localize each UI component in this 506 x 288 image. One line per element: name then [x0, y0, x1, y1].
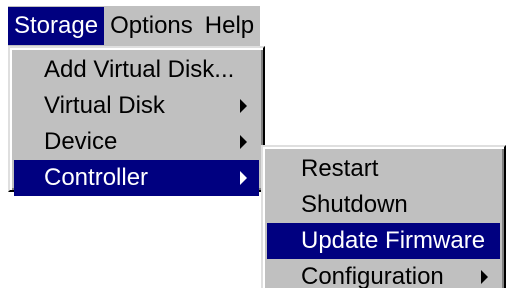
menu-item-label: Shutdown [301, 191, 408, 218]
menu-item-label: Add Virtual Disk... [44, 56, 235, 83]
menu-item-add-virtual-disk[interactable]: Add Virtual Disk... [14, 52, 259, 88]
submenu-arrow-icon [481, 270, 488, 284]
menu-item-label: Virtual Disk [44, 92, 165, 119]
menu-item-update-firmware[interactable]: Update Firmware [267, 223, 500, 259]
controller-submenu: Restart Shutdown Update Firmware Configu… [261, 145, 506, 288]
menu-item-label: Update Firmware [301, 227, 486, 254]
menu-bar: Storage Options Help [8, 6, 260, 46]
submenu-arrow-icon [240, 171, 247, 185]
menu-item-restart[interactable]: Restart [267, 151, 500, 187]
menu-storage[interactable]: Storage [8, 7, 105, 45]
menu-item-label: Configuration [301, 263, 444, 288]
menu-item-configuration[interactable]: Configuration [267, 259, 500, 288]
submenu-arrow-icon [240, 99, 247, 113]
menu-item-label: Controller [44, 164, 149, 191]
menu-item-label: Device [44, 128, 118, 155]
menu-item-device[interactable]: Device [14, 124, 259, 160]
storage-menu: Add Virtual Disk... Virtual Disk Device … [8, 46, 265, 196]
menu-item-virtual-disk[interactable]: Virtual Disk [14, 88, 259, 124]
menu-item-controller[interactable]: Controller [14, 160, 259, 196]
menu-item-label: Restart [301, 155, 379, 182]
submenu-arrow-icon [240, 135, 247, 149]
menu-help[interactable]: Help [199, 7, 260, 45]
menu-options[interactable]: Options [104, 7, 199, 45]
menu-item-shutdown[interactable]: Shutdown [267, 187, 500, 223]
